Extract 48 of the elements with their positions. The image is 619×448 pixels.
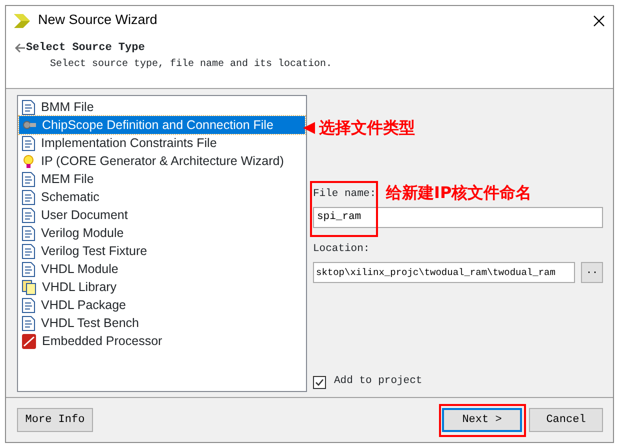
document-icon: [22, 262, 35, 276]
list-item[interactable]: Embedded Processor: [19, 332, 305, 350]
lightbulb-icon: [22, 154, 35, 168]
list-item[interactable]: VHDL Library: [19, 278, 305, 296]
browse-button[interactable]: ..: [581, 262, 603, 282]
list-item[interactable]: VHDL Package: [19, 296, 305, 314]
file-name-field[interactable]: spi_ram: [313, 206, 603, 228]
annotation-text: 选择文件类型: [319, 117, 415, 139]
document-icon: [22, 298, 35, 312]
list-item[interactable]: IP (CORE Generator & Architecture Wizard): [19, 152, 305, 170]
list-item[interactable]: BMM File: [19, 98, 305, 116]
folders-icon: [22, 280, 36, 294]
list-item[interactable]: VHDL Module: [19, 260, 305, 278]
highlight-box: [310, 181, 378, 237]
wizard-button[interactable]: Cancel: [529, 408, 603, 432]
close-icon[interactable]: [593, 14, 605, 26]
field-label: File name:: [313, 187, 376, 202]
list-item[interactable]: Implementation Constraints File: [19, 134, 305, 152]
wizard-button[interactable]: Next >: [442, 408, 522, 432]
list-item[interactable]: User Document: [19, 206, 305, 224]
checkbox[interactable]: [313, 376, 326, 389]
window-title: New Source Wizard: [38, 11, 158, 30]
document-icon: [22, 136, 35, 150]
document-icon: [22, 244, 35, 258]
logo-icon: [14, 14, 30, 28]
back-arrow-icon: [14, 43, 26, 54]
list-item[interactable]: Verilog Module: [19, 224, 305, 242]
document-icon: [22, 100, 35, 114]
list-item[interactable]: Schematic: [19, 188, 305, 206]
checkbox-label[interactable]: Add to project: [334, 374, 422, 390]
probe-icon: [22, 120, 36, 130]
page-heading: Select Source Type: [26, 41, 145, 56]
page-description: Select source type, file name and its location.: [50, 58, 334, 72]
annotation-text: 给新建IP核文件命名: [386, 182, 532, 204]
list-item[interactable]: Verilog Test Fixture: [19, 242, 305, 260]
location-field[interactable]: sktop\xilinx_projc\twodual_ram\twodual_ram: [313, 262, 575, 282]
list-item[interactable]: MEM File: [19, 170, 305, 188]
document-icon: [22, 190, 35, 204]
list-item[interactable]: ChipScope Definition and Connection File: [19, 116, 305, 134]
document-icon: [22, 208, 35, 222]
arrow-icon: [303, 122, 315, 134]
document-icon: [22, 316, 35, 330]
field-label: Location:: [313, 242, 370, 257]
list-item[interactable]: VHDL Test Bench: [19, 314, 305, 332]
document-icon: [22, 226, 35, 240]
document-icon: [22, 172, 35, 186]
wizard-button[interactable]: More Info: [17, 408, 93, 432]
processor-icon: [22, 334, 36, 348]
